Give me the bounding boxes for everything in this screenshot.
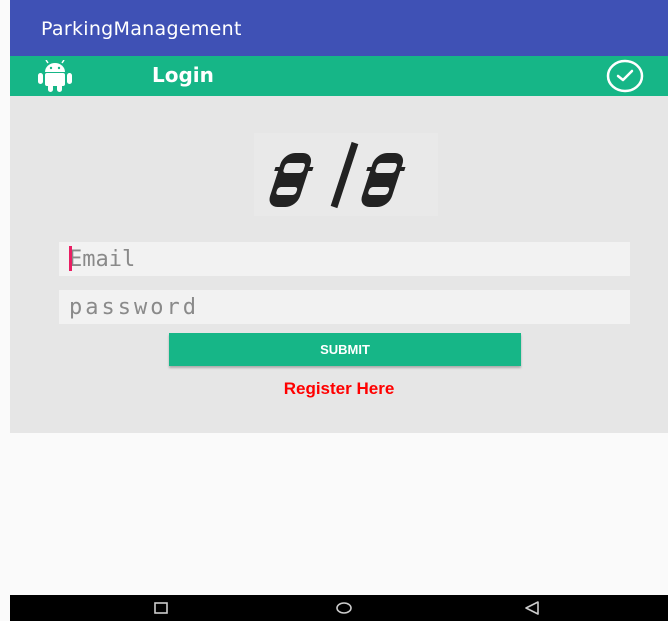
login-form: SUBMIT Register Here — [10, 96, 668, 433]
login-title: Login — [152, 63, 214, 87]
square-icon[interactable] — [150, 599, 172, 617]
app-title: ParkingManagement — [41, 18, 242, 40]
login-toolbar: Login — [10, 56, 668, 96]
two-cars-icon — [254, 133, 438, 216]
check-circle-icon[interactable] — [606, 58, 644, 94]
submit-button[interactable]: SUBMIT — [169, 333, 521, 366]
triangle-back-icon[interactable] — [521, 599, 543, 617]
android-icon — [38, 60, 72, 92]
app-bar: ParkingManagement — [10, 0, 668, 56]
circle-icon[interactable] — [333, 599, 355, 617]
email-field[interactable] — [59, 242, 630, 276]
register-link[interactable]: Register Here — [10, 379, 668, 399]
system-navigation-bar — [10, 595, 668, 621]
password-field[interactable] — [59, 290, 630, 324]
app-screen: ParkingManagement Login Email SUBMIT Reg… — [0, 0, 668, 621]
text-cursor — [69, 246, 72, 271]
